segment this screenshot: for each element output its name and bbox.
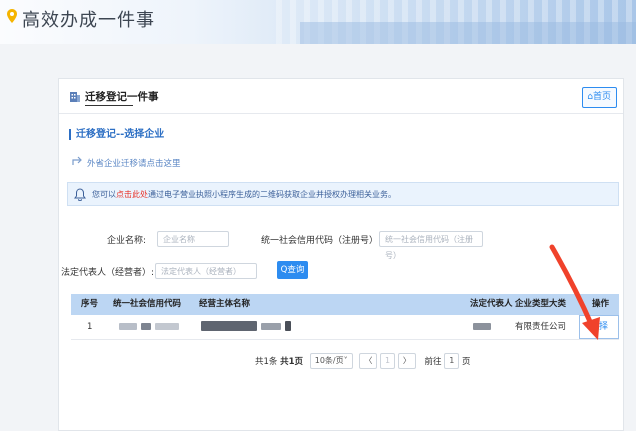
top-banner: 高效办成一件事 xyxy=(0,0,636,44)
credit-code-input[interactable]: 统一社会信用代码（注册号） xyxy=(379,231,483,260)
location-pin-icon xyxy=(7,9,17,23)
goto-label: 前往 xyxy=(424,357,442,367)
pager-pages: 共1页 xyxy=(280,357,304,367)
main-card: 迁移登记一件事 ⌂首页 迁移登记--选择企业 外省企业迁移请点击这里 您可以点击… xyxy=(58,78,624,431)
page-size-value: 10条/页 xyxy=(314,356,344,365)
next-page-button[interactable]: 〉 xyxy=(397,353,416,369)
col-entity-name: 经营主体名称 xyxy=(199,299,251,309)
pager-total: 共1条 xyxy=(255,357,278,367)
card-header: 迁移登记一件事 ⌂首页 xyxy=(59,79,623,114)
home-button[interactable]: ⌂首页 xyxy=(582,87,617,108)
notice-suffix: 通过电子营业执照小程序生成的二维码获取企业并授权办理相关业务。 xyxy=(148,190,396,199)
home-button-label: 首页 xyxy=(592,92,611,102)
prev-page-button[interactable]: 〈 xyxy=(359,353,378,369)
company-name-label: 企业名称: xyxy=(107,236,147,246)
table-header-row: 序号 统一社会信用代码 经营主体名称 法定代表人 企业类型大类 操作 xyxy=(71,294,619,315)
query-button[interactable]: Q查询 xyxy=(277,261,308,279)
redacted-legal-rep xyxy=(473,323,491,330)
bell-icon xyxy=(74,188,86,201)
banner-decoration-band xyxy=(300,22,636,44)
redacted-name-part xyxy=(285,321,291,331)
chevron-down-icon: ˅ xyxy=(343,356,348,365)
col-legal-rep: 法定代表人 xyxy=(470,299,513,309)
redacted-code-part xyxy=(155,323,179,330)
col-credit-code: 统一社会信用代码 xyxy=(113,299,182,309)
redacted-name-part xyxy=(261,323,281,330)
section-title: 迁移登记--选择企业 xyxy=(69,129,164,140)
other-province-link[interactable]: 外省企业迁移请点击这里 xyxy=(87,157,181,169)
col-action: 操作 xyxy=(592,299,610,309)
redacted-name-part xyxy=(201,321,257,331)
card-title-underline xyxy=(85,105,133,106)
credit-code-label: 统一社会信用代码（注册号）: xyxy=(261,236,382,246)
notice-banner: 您可以点击此处通过电子营业执照小程序生成的二维码获取企业并授权办理相关业务。 xyxy=(67,182,619,206)
col-index: 序号 xyxy=(81,299,99,309)
page-size-select[interactable]: 10条/页 ˅ xyxy=(309,353,353,369)
building-icon xyxy=(70,92,80,102)
site-title: 高效办成一件事 xyxy=(22,10,155,31)
legal-rep-label: 法定代表人（经营者）: xyxy=(61,268,155,278)
notice-text: 您可以点击此处通过电子营业执照小程序生成的二维码获取企业并授权办理相关业务。 xyxy=(92,189,396,200)
card-title: 迁移登记一件事 xyxy=(85,91,159,103)
col-company-type: 企业类型大类 xyxy=(515,299,567,309)
current-page[interactable]: 1 xyxy=(380,353,396,369)
select-button[interactable]: 选择 xyxy=(579,315,619,339)
notice-click-link[interactable]: 点击此处 xyxy=(116,190,148,199)
company-name-input[interactable]: 企业名称 xyxy=(157,231,229,247)
share-arrow-icon xyxy=(72,156,82,165)
row-company-type: 有限责任公司 xyxy=(515,322,567,332)
redacted-code-part xyxy=(141,323,151,330)
goto-page-input[interactable]: 1 xyxy=(444,353,460,369)
pagination: 共1条 共1页 10条/页 ˅ 〈 1 〉 前往 1 页 xyxy=(255,353,471,369)
legal-rep-input[interactable]: 法定代表人（经营者） xyxy=(155,263,257,279)
row-index: 1 xyxy=(87,322,93,332)
table-row[interactable]: 1 有限责任公司 选择 xyxy=(71,315,619,340)
redacted-code-part xyxy=(119,323,137,330)
results-table: 序号 统一社会信用代码 经营主体名称 法定代表人 企业类型大类 操作 1 有限责… xyxy=(71,294,619,340)
notice-prefix: 您可以 xyxy=(92,190,116,199)
goto-suffix: 页 xyxy=(462,357,471,367)
